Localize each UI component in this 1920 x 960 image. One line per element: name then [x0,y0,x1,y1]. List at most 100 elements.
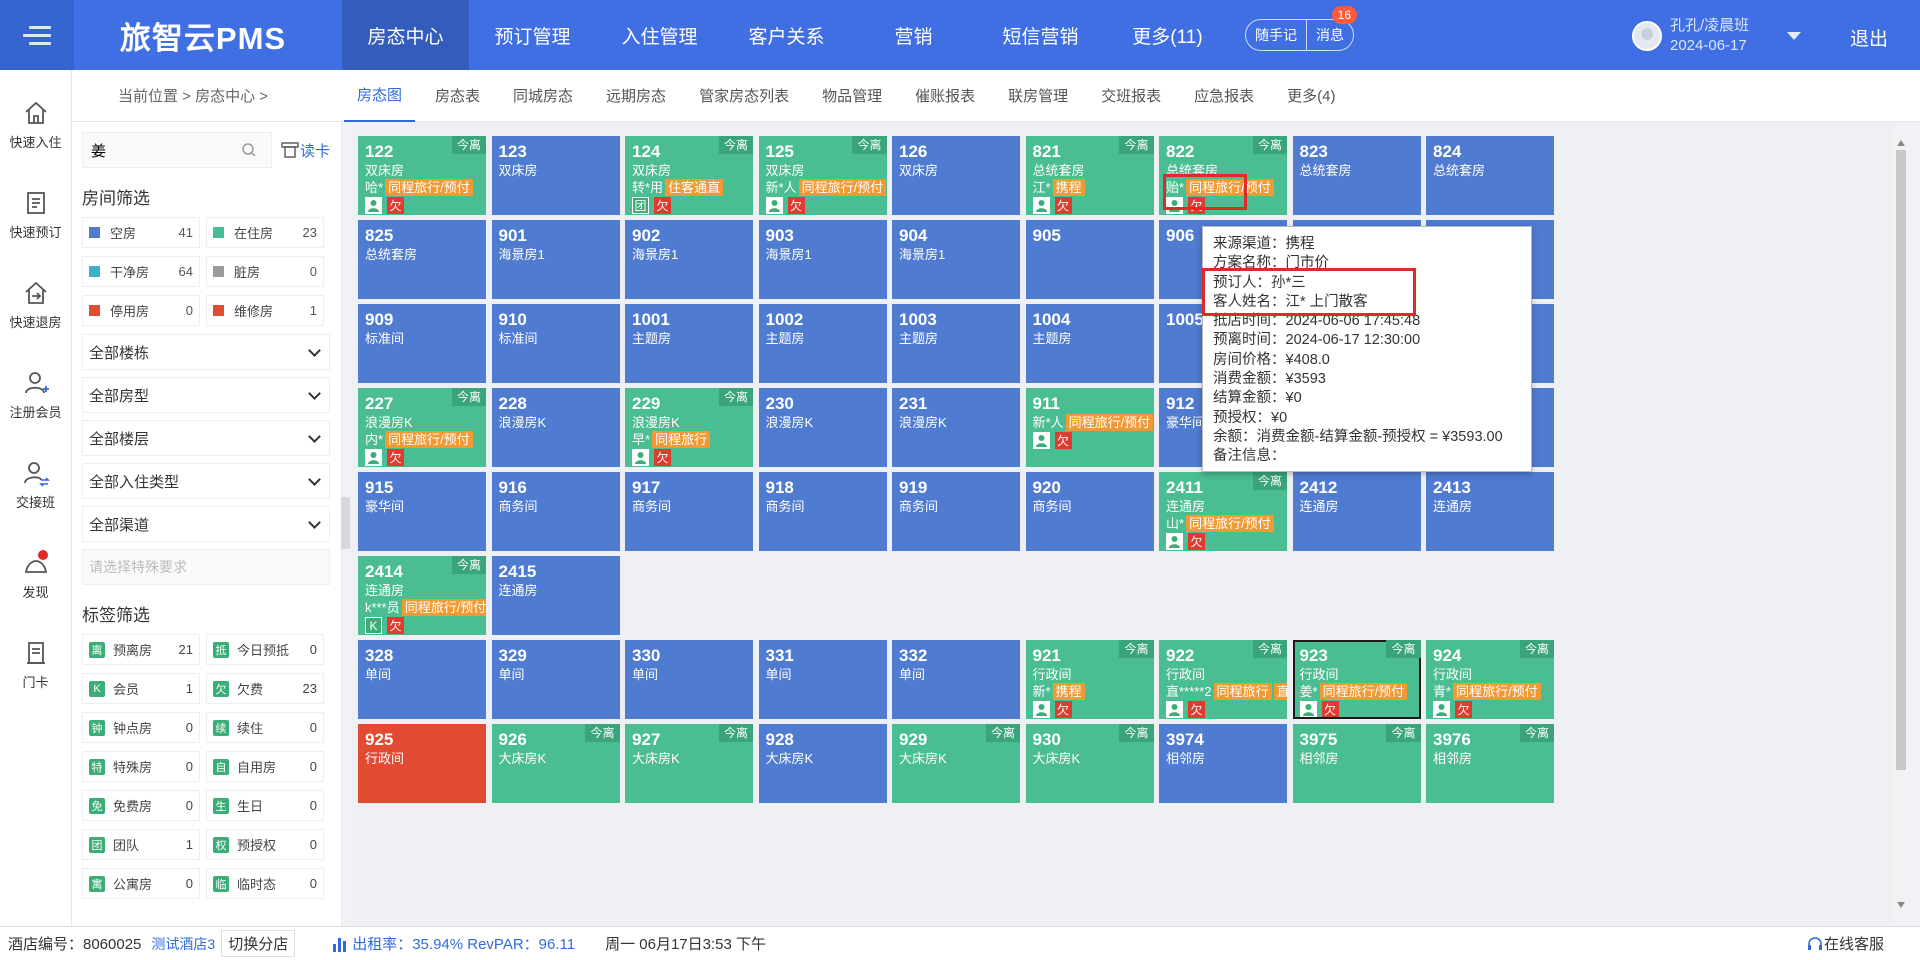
nav-marketing[interactable]: 营销 [850,0,977,70]
tab-linked-rooms[interactable]: 联房管理 [995,70,1081,122]
rail-shift-handover[interactable]: 交接班 [0,430,71,520]
filter-select[interactable]: 全部房型 [82,377,330,413]
tag-filter-item[interactable]: 钟钟点房 0 [82,712,200,743]
nav-sms[interactable]: 短信营销 [977,0,1104,70]
room-card[interactable]: 330 单间 [625,640,753,719]
room-card[interactable]: 925 行政间 [358,724,486,803]
room-card[interactable]: 1001 主题房 [625,304,753,383]
room-card[interactable]: 909 标准间 [358,304,486,383]
room-card[interactable]: 923 行政间 今离 姜* 同程旅行/预付欠 [1292,640,1421,719]
room-card[interactable]: 126 双床房 [892,136,1020,215]
tag-filter-item[interactable]: 免免费房 0 [82,790,200,821]
room-card[interactable]: 2414 连通房 今离 k***员 同程旅行/预付 K 欠 [358,556,486,635]
rail-quick-checkin[interactable]: 快速入住 [0,70,71,160]
scroll-down-icon[interactable] [1897,902,1905,908]
room-card[interactable]: 824 总统套房 [1426,136,1554,215]
room-card[interactable]: 921 行政间 今离 新* 携程欠 [1025,640,1154,719]
tab-items[interactable]: 物品管理 [809,70,895,122]
room-card[interactable]: 231 浪漫房K [892,388,1020,467]
nav-crm[interactable]: 客户关系 [723,0,850,70]
tag-filter-item[interactable]: 自自用房 0 [206,751,324,782]
tag-filter-item[interactable]: 抵今日预抵 0 [206,634,324,665]
room-card[interactable]: 927 大床房K 今离 [625,724,753,803]
tab-forward-status[interactable]: 远期房态 [593,70,679,122]
room-card[interactable]: 904 海景房1 [892,220,1020,299]
room-card[interactable]: 916 商务间 [491,472,620,551]
tag-filter-item[interactable]: 寓公寓房 0 [82,868,200,899]
nav-more[interactable]: 更多(11) [1104,0,1231,70]
room-card[interactable]: 122 双床房 今离 哈* 同程旅行/预付欠 [358,136,486,215]
scroll-up-icon[interactable] [1897,140,1905,146]
room-card[interactable]: 230 浪漫房K [758,388,887,467]
room-stat-item[interactable]: 维修房 1 [206,295,324,326]
switch-branch-button[interactable]: 切换分店 [221,930,296,957]
room-card[interactable]: 821 总统套房 今离 江* 携程欠 [1025,136,1154,215]
tab-city-status[interactable]: 同城房态 [500,70,586,122]
tab-shift-report[interactable]: 交班报表 [1088,70,1174,122]
tab-emergency-report[interactable]: 应急报表 [1181,70,1267,122]
room-card[interactable]: 924 行政间 今离 青* 同程旅行/预付欠 [1426,640,1554,719]
filter-select[interactable]: 全部楼栋 [82,334,330,370]
read-card-button[interactable]: 读卡 [280,140,330,161]
grid-scrollbar[interactable] [1894,136,1908,912]
room-card[interactable]: 1002 主题房 [758,304,887,383]
room-card[interactable]: 910 标准间 [491,304,620,383]
rail-register-member[interactable]: 注册会员 [0,340,71,430]
room-stat-item[interactable]: 空房 41 [82,217,200,248]
room-card[interactable]: 229 浪漫房K 今离 早* 同程旅行欠 [625,388,753,467]
room-card[interactable]: 2411 连通房 今离 山* 同程旅行/预付欠 [1159,472,1287,551]
nav-checkin[interactable]: 入住管理 [596,0,723,70]
room-card[interactable]: 930 大床房K 今离 [1025,724,1154,803]
room-card[interactable]: 3975 相邻房 今离 [1292,724,1421,803]
filter-select[interactable]: 全部渠道 [82,506,330,542]
tab-room-map[interactable]: 房态图 [344,70,416,122]
rail-quick-booking[interactable]: 快速预订 [0,160,71,250]
room-card[interactable]: 823 总统套房 [1292,136,1421,215]
nav-room-status[interactable]: 房态中心 [342,0,469,70]
room-card[interactable]: 929 大床房K 今离 [892,724,1020,803]
quick-note-button[interactable]: 随手记 [1246,20,1306,50]
room-card[interactable]: 125 双床房 今离 新*人 同程旅行/预付欠 [758,136,887,215]
room-card[interactable]: 903 海景房1 [758,220,887,299]
tag-filter-item[interactable]: 欠欠费 23 [206,673,324,704]
room-card[interactable]: 228 浪漫房K [491,388,620,467]
rail-discover[interactable]: 发现 [0,520,71,610]
room-card[interactable]: 3976 相邻房 今离 [1426,724,1554,803]
filter-select[interactable]: 全部楼层 [82,420,330,456]
search-icon[interactable] [241,142,257,158]
room-card[interactable]: 2412 连通房 [1292,472,1421,551]
room-card[interactable]: 332 单间 [892,640,1020,719]
tab-room-table[interactable]: 房态表 [422,70,493,122]
rail-door-card[interactable]: 门卡 [0,610,71,700]
tag-filter-item[interactable]: 特特殊房 0 [82,751,200,782]
room-card[interactable]: 124 双床房 今离 转*用 住客通直团欠 [625,136,753,215]
room-card[interactable]: 825 总统套房 [358,220,486,299]
messages-button[interactable]: 消息 [1307,20,1353,50]
room-card[interactable]: 328 单间 [358,640,486,719]
tab-more[interactable]: 更多(4) [1274,70,1348,122]
hotel-name-link[interactable]: 测试酒店3 [151,934,215,954]
room-card[interactable]: 915 豪华间 [358,472,486,551]
special-requirement-select[interactable]: 请选择特殊要求 [82,549,330,585]
rail-quick-checkout[interactable]: 快速退房 [0,250,71,340]
room-card[interactable]: 911 新*人 同程旅行/预付欠 [1025,388,1154,467]
room-card[interactable]: 3974 相邻房 [1159,724,1287,803]
room-card[interactable]: 926 大床房K 今离 [491,724,620,803]
room-stat-item[interactable]: 停用房 0 [82,295,200,326]
room-stat-item[interactable]: 脏房 0 [206,256,324,287]
tag-filter-item[interactable]: 离预离房 21 [82,634,200,665]
nav-booking[interactable]: 预订管理 [469,0,596,70]
room-card[interactable]: 901 海景房1 [491,220,620,299]
room-stat-item[interactable]: 干净房 64 [82,256,200,287]
tag-filter-item[interactable]: 临临时态 0 [206,868,324,899]
room-card[interactable]: 905 [1025,220,1154,299]
tag-filter-item[interactable]: 生生日 0 [206,790,324,821]
tab-housekeeping-list[interactable]: 管家房态列表 [686,70,802,122]
online-service-button[interactable]: 在线客服 [1806,933,1884,954]
room-card[interactable]: 917 商务间 [625,472,753,551]
room-stat-item[interactable]: 在住房 23 [206,217,324,248]
menu-toggle-button[interactable] [0,0,74,70]
room-card[interactable]: 928 大床房K [758,724,887,803]
room-card[interactable]: 329 单间 [491,640,620,719]
tab-dunning-report[interactable]: 催账报表 [902,70,988,122]
